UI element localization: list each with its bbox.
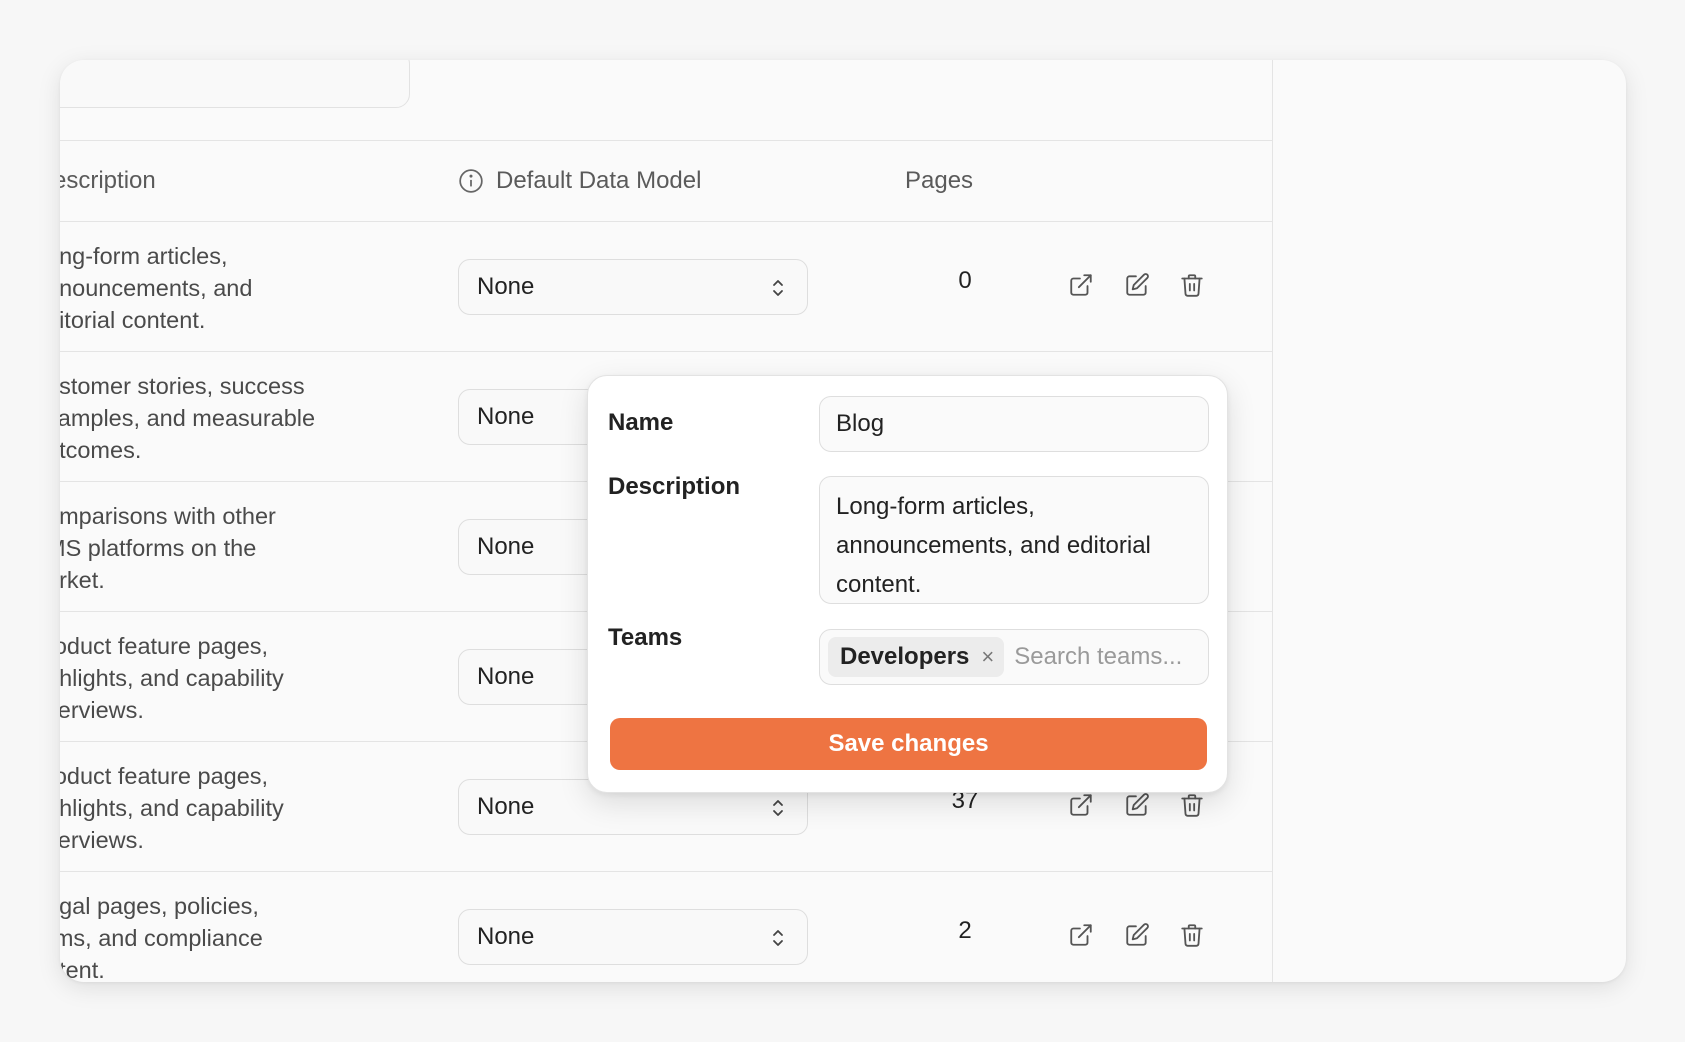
teams-field[interactable]: Developers × Search teams... bbox=[819, 629, 1209, 685]
table-header: escription Default Data Model Pages bbox=[60, 140, 1273, 222]
name-label: Name bbox=[608, 409, 674, 436]
team-chip-label: Developers bbox=[840, 643, 970, 670]
delete-button[interactable] bbox=[1177, 790, 1207, 820]
data-model-select-value: None bbox=[477, 923, 535, 950]
data-model-select-value: None bbox=[477, 793, 535, 820]
info-icon[interactable] bbox=[458, 168, 484, 194]
row-description: omparisons with other MS platforms on th… bbox=[60, 503, 276, 593]
teams-search-input[interactable]: Search teams... bbox=[1014, 643, 1182, 671]
data-model-select-value: None bbox=[477, 663, 535, 690]
description-label: Description bbox=[608, 473, 741, 500]
row-description: ustomer stories, success xamples, and me… bbox=[60, 373, 316, 463]
header-default-data-model: Default Data Model bbox=[458, 167, 701, 195]
team-chip: Developers × bbox=[828, 637, 1005, 677]
data-model-select[interactable]: None bbox=[458, 909, 808, 965]
trash-icon bbox=[1181, 924, 1203, 947]
row-pages: 0 bbox=[958, 267, 972, 294]
open-button[interactable] bbox=[1066, 270, 1096, 300]
chevron-updown-icon bbox=[773, 280, 783, 296]
teams-label: Teams bbox=[608, 624, 683, 651]
chevron-updown-icon bbox=[773, 800, 783, 816]
row-description: egal pages, policies, rms, and complianc… bbox=[60, 893, 263, 982]
external-link-icon bbox=[1070, 794, 1092, 816]
edit-button[interactable] bbox=[1122, 790, 1152, 820]
name-field[interactable]: Blog bbox=[819, 396, 1209, 452]
data-model-select-value: None bbox=[477, 533, 535, 560]
open-button[interactable] bbox=[1066, 790, 1096, 820]
categories-table: escription Default Data Model Pages ong-… bbox=[60, 60, 1273, 982]
external-link-icon bbox=[1070, 274, 1092, 296]
row-description: ong-form articles, nnouncements, and dit… bbox=[60, 243, 253, 333]
trash-icon bbox=[1181, 794, 1203, 817]
open-button[interactable] bbox=[1066, 920, 1096, 950]
save-changes-button[interactable]: Save changes bbox=[610, 718, 1207, 770]
header-pages: Pages bbox=[905, 167, 974, 194]
delete-button[interactable] bbox=[1177, 920, 1207, 950]
app-window: escription Default Data Model Pages ong-… bbox=[60, 60, 1626, 982]
header-default-data-model-label: Default Data Model bbox=[496, 167, 702, 194]
delete-button[interactable] bbox=[1177, 270, 1207, 300]
trash-icon bbox=[1181, 274, 1203, 297]
row-pages: 2 bbox=[958, 917, 972, 944]
edit-icon bbox=[1126, 273, 1149, 296]
chevron-updown-icon bbox=[773, 930, 783, 946]
edit-category-popover: Name Blog Description Long-form articles… bbox=[587, 375, 1228, 793]
data-model-select-value: None bbox=[477, 273, 535, 300]
row-description: roduct feature pages, ghlights, and capa… bbox=[60, 763, 284, 853]
data-model-select-value: None bbox=[477, 403, 535, 430]
table-row: ong-form articles, nnouncements, and dit… bbox=[60, 222, 1273, 352]
close-icon[interactable]: × bbox=[981, 644, 994, 670]
description-field[interactable]: Long-form articles, announcements, and e… bbox=[819, 476, 1209, 604]
row-description: roduct feature pages, ghlights, and capa… bbox=[60, 633, 284, 723]
external-link-icon bbox=[1070, 924, 1092, 946]
edit-icon bbox=[1126, 793, 1149, 816]
table-row: egal pages, policies, rms, and complianc… bbox=[60, 872, 1273, 982]
header-description: escription bbox=[60, 167, 156, 194]
data-model-select[interactable]: None bbox=[458, 259, 808, 315]
edit-button[interactable] bbox=[1122, 270, 1152, 300]
edit-button[interactable] bbox=[1122, 920, 1152, 950]
edit-icon bbox=[1126, 923, 1149, 946]
name-field-value: Blog bbox=[836, 410, 885, 437]
